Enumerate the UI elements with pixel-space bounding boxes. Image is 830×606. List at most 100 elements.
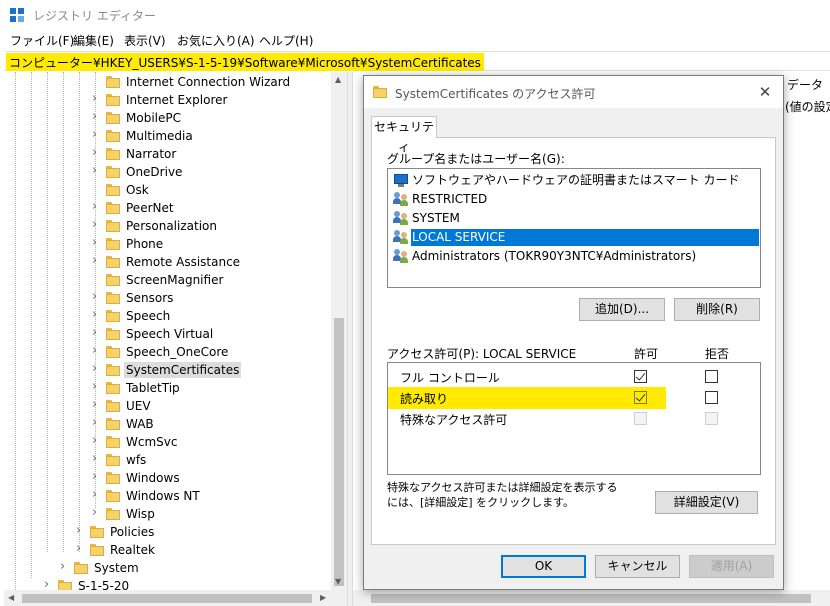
allow-checkbox[interactable] xyxy=(634,370,647,383)
ok-button[interactable]: OK xyxy=(501,555,586,578)
group-item-selected[interactable]: LOCAL SERVICE xyxy=(391,228,759,247)
tree-item[interactable]: Internet Connection Wizard xyxy=(4,73,334,91)
menu-favorites[interactable]: お気に入り(A) xyxy=(177,32,255,49)
chevron-right-icon[interactable]: › xyxy=(44,577,52,592)
chevron-right-icon[interactable]: › xyxy=(92,145,100,160)
allow-checkbox[interactable] xyxy=(634,391,647,404)
group-item[interactable]: Administrators (TOKR90Y3NTC¥Administrato… xyxy=(391,247,759,266)
group-item[interactable]: ソフトウェアやハードウェアの証明書またはスマート カード xyxy=(391,171,759,190)
menu-file[interactable]: ファイル(F) xyxy=(10,32,74,49)
chevron-right-icon[interactable]: › xyxy=(92,163,100,178)
chevron-right-icon[interactable]: › xyxy=(92,415,100,430)
chevron-right-icon[interactable]: › xyxy=(92,343,100,358)
folder-icon xyxy=(106,490,120,502)
tree-item[interactable]: › Realtek xyxy=(4,541,334,559)
chevron-right-icon[interactable]: › xyxy=(76,541,84,556)
scroll-down-arrow-icon[interactable]: ▼ xyxy=(335,577,341,587)
folder-icon xyxy=(74,562,88,574)
folder-icon xyxy=(106,328,120,340)
menu-edit[interactable]: 編集(E) xyxy=(73,32,114,49)
values-hscroll-thumb[interactable] xyxy=(371,594,811,603)
chevron-right-icon[interactable]: › xyxy=(76,523,84,538)
chevron-right-icon[interactable]: › xyxy=(92,433,100,448)
tree-item[interactable]: › System xyxy=(4,559,334,577)
folder-icon xyxy=(106,256,120,268)
tree-item[interactable]: › WcmSvc xyxy=(4,433,334,451)
chevron-right-icon[interactable]: › xyxy=(92,397,100,412)
scroll-up-arrow-icon[interactable]: ▲ xyxy=(335,75,341,85)
chevron-right-icon[interactable]: › xyxy=(92,307,100,322)
tree-item[interactable]: › Sensors xyxy=(4,289,334,307)
cancel-button[interactable]: キャンセル xyxy=(595,555,680,578)
tree-item[interactable]: › Speech Virtual xyxy=(4,325,334,343)
chevron-right-icon[interactable]: › xyxy=(60,559,68,574)
tree-item[interactable]: › PeerNet xyxy=(4,199,334,217)
tree-vscroll-thumb[interactable] xyxy=(334,318,344,586)
tree-item[interactable]: › Phone xyxy=(4,235,334,253)
tree-vertical-scrollbar[interactable]: ▲ ▼ xyxy=(331,72,347,590)
chevron-right-icon[interactable]: › xyxy=(92,379,100,394)
chevron-right-icon[interactable]: › xyxy=(92,235,100,250)
security-tab-panel: グループ名またはユーザー名(G): ソフトウェアやハードウェアの証明書またはスマ… xyxy=(371,137,776,545)
tree-item-label: Internet Connection Wizard xyxy=(126,75,291,89)
chevron-right-icon[interactable]: › xyxy=(92,361,100,376)
chevron-right-icon[interactable]: › xyxy=(92,505,100,520)
tree-item[interactable]: › UEV xyxy=(4,397,334,415)
tree-item[interactable]: › Multimedia xyxy=(4,127,334,145)
tree-item[interactable]: › Speech_OneCore xyxy=(4,343,334,361)
tree-horizontal-scrollbar[interactable]: ◀ ▶ xyxy=(4,590,347,606)
tree-item[interactable]: › Windows NT xyxy=(4,487,334,505)
deny-checkbox[interactable] xyxy=(705,391,718,404)
column-header-data[interactable]: データ xyxy=(787,76,823,93)
tree-item[interactable]: › Windows xyxy=(4,469,334,487)
chevron-right-icon[interactable]: › xyxy=(92,451,100,466)
address-path[interactable]: コンピューター¥HKEY_USERS¥S-1-5-19¥Software¥Mic… xyxy=(6,53,484,71)
tree-item[interactable]: Osk xyxy=(4,181,334,199)
tree-item[interactable]: › Personalization xyxy=(4,217,334,235)
deny-checkbox[interactable] xyxy=(705,370,718,383)
close-icon[interactable]: ✕ xyxy=(755,82,775,102)
tree-item[interactable]: › Wisp xyxy=(4,505,334,523)
chevron-right-icon[interactable]: › xyxy=(92,127,100,142)
tree-item[interactable]: › Narrator xyxy=(4,145,334,163)
values-horizontal-scrollbar[interactable] xyxy=(353,590,830,606)
chevron-right-icon[interactable]: › xyxy=(92,253,100,268)
tree-pane[interactable]: Internet Connection Wizard › Internet Expl… xyxy=(4,72,347,606)
address-bar[interactable]: コンピューター¥HKEY_USERS¥S-1-5-19¥Software¥Mic… xyxy=(4,51,830,71)
tree-item[interactable]: › Speech xyxy=(4,307,334,325)
folder-icon xyxy=(106,382,120,394)
tree-item[interactable]: › WAB xyxy=(4,415,334,433)
tree-hscroll-thumb[interactable] xyxy=(22,594,312,603)
group-item[interactable]: RESTRICTED xyxy=(391,190,759,209)
tree-item[interactable]: › wfs xyxy=(4,451,334,469)
scroll-left-arrow-icon[interactable]: ◀ xyxy=(8,593,14,603)
tree-item[interactable]: › MobilePC xyxy=(4,109,334,127)
group-user-list[interactable]: ソフトウェアやハードウェアの証明書またはスマート カード RESTRICTED … xyxy=(387,168,761,288)
chevron-right-icon[interactable]: › xyxy=(92,109,100,124)
scroll-right-arrow-icon[interactable]: ▶ xyxy=(320,593,326,603)
remove-button[interactable]: 削除(R) xyxy=(674,298,760,321)
tree-item[interactable]: › Policies xyxy=(4,523,334,541)
tree-item[interactable]: › SystemCertificates xyxy=(4,361,334,379)
add-button[interactable]: 追加(D)... xyxy=(579,298,665,321)
chevron-right-icon[interactable]: › xyxy=(92,289,100,304)
tree-item[interactable]: › Internet Explorer xyxy=(4,91,334,109)
tab-security[interactable]: セキュリティ xyxy=(371,116,437,154)
group-item-label: LOCAL SERVICE xyxy=(411,229,759,246)
group-item[interactable]: SYSTEM xyxy=(391,209,759,228)
chevron-right-icon[interactable]: › xyxy=(92,91,100,106)
chevron-right-icon[interactable]: › xyxy=(92,487,100,502)
chevron-right-icon[interactable]: › xyxy=(92,469,100,484)
chevron-right-icon[interactable]: › xyxy=(92,325,100,340)
tree-item-label: Internet Explorer xyxy=(126,93,228,107)
tree-item-label: Wisp xyxy=(126,507,155,521)
tree-item[interactable]: › Remote Assistance xyxy=(4,253,334,271)
chevron-right-icon[interactable]: › xyxy=(92,199,100,214)
menu-view[interactable]: 表示(V) xyxy=(124,32,166,49)
tree-item[interactable]: › OneDrive xyxy=(4,163,334,181)
menu-help[interactable]: ヘルプ(H) xyxy=(259,32,313,49)
tree-item[interactable]: ScreenMagnifier xyxy=(4,271,334,289)
tree-item[interactable]: › TabletTip xyxy=(4,379,334,397)
chevron-right-icon[interactable]: › xyxy=(92,217,100,232)
advanced-button[interactable]: 詳細設定(V) xyxy=(655,491,758,514)
